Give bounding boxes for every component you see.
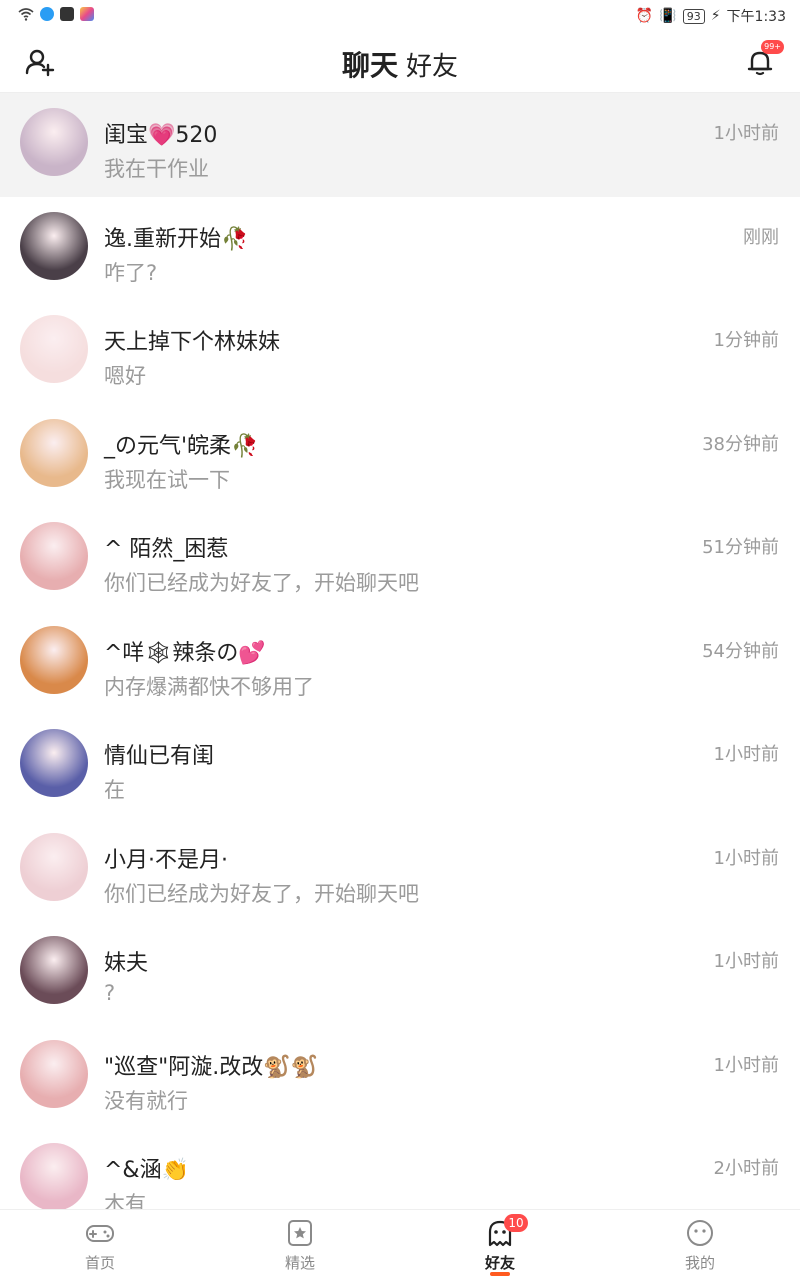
chat-last-message: 内存爆满都快不够用了 bbox=[104, 674, 314, 699]
active-nav-indicator bbox=[490, 1272, 510, 1276]
avatar[interactable] bbox=[20, 1039, 88, 1108]
chat-last-message: 我在干作业 bbox=[104, 157, 209, 181]
tab-friends[interactable]: 好友 bbox=[406, 46, 458, 83]
avatar[interactable] bbox=[20, 522, 88, 590]
wifi-icon bbox=[18, 8, 34, 21]
vibrate-icon: 📳 bbox=[659, 8, 677, 24]
avatar[interactable] bbox=[20, 418, 88, 487]
status-bar: ⏰ 📳 93 ⚡ 下午1:33 bbox=[0, 0, 800, 32]
app-notification-icon bbox=[60, 7, 74, 21]
avatar[interactable] bbox=[20, 832, 88, 901]
nav-home[interactable]: 首页 bbox=[40, 1218, 160, 1273]
nav-label: 首页 bbox=[84, 1254, 115, 1272]
charging-icon: ⚡ bbox=[710, 8, 721, 24]
chat-name: 逸.重新开始🥀 bbox=[104, 226, 249, 252]
chat-row[interactable]: 天上掉下个林妹妹 嗯好 1分钟前 bbox=[0, 300, 800, 404]
chat-time: 刚刚 bbox=[743, 226, 779, 248]
avatar[interactable] bbox=[20, 729, 88, 797]
status-time: 下午1:33 bbox=[726, 9, 786, 25]
chat-name: 情仙已有闺 bbox=[104, 744, 215, 769]
chat-row[interactable]: 妹夫 ? 1小时前 bbox=[0, 921, 800, 1025]
chat-row[interactable]: "巡查"阿漩.改改🐒🐒 没有就行 1小时前 bbox=[0, 1025, 800, 1129]
chat-time: 1小时前 bbox=[713, 847, 779, 869]
alarm-icon: ⏰ bbox=[635, 8, 654, 24]
chat-last-message: 我现在试一下 bbox=[104, 467, 230, 492]
chat-last-message: ? bbox=[104, 981, 116, 1005]
chat-name: "巡查"阿漩.改改🐒🐒 bbox=[104, 1054, 319, 1080]
friends-unread-badge: 10 bbox=[504, 1214, 528, 1232]
chat-row[interactable]: ^咩🕸辣条の💕 内存爆满都快不够用了 54分钟前 bbox=[0, 611, 800, 715]
chat-time: 38分钟前 bbox=[702, 433, 779, 455]
chat-name: ^&涵👏 bbox=[104, 1158, 189, 1183]
chat-time: 2小时前 bbox=[713, 1158, 779, 1179]
nav-label: 精选 bbox=[284, 1254, 315, 1272]
nav-label: 好友 bbox=[484, 1254, 515, 1272]
chat-row[interactable]: 逸.重新开始🥀 咋了? 刚刚 bbox=[0, 197, 800, 301]
avatar[interactable] bbox=[20, 315, 88, 383]
notification-button[interactable]: 99+ bbox=[744, 40, 784, 78]
chat-last-message: 你们已经成为好友了，开始聊天吧 bbox=[104, 881, 419, 906]
gamepad-icon bbox=[86, 1225, 114, 1242]
chat-row[interactable]: ^ 陌然_困惹 你们已经成为好友了，开始聊天吧 51分钟前 bbox=[0, 507, 800, 611]
chat-time: 51分钟前 bbox=[702, 537, 779, 558]
chat-last-message: 嗯好 bbox=[104, 364, 146, 388]
chat-name: 妹夫 bbox=[104, 951, 149, 976]
chat-name: 闺宝💗520 bbox=[104, 123, 218, 148]
chat-row[interactable]: ^&涵👏 木有 2小时前 bbox=[0, 1128, 800, 1209]
app-notification-icon bbox=[40, 7, 54, 21]
nav-featured[interactable]: 精选 bbox=[240, 1218, 360, 1273]
top-header: 聊天 好友 99+ bbox=[0, 32, 800, 100]
chat-list: 闺宝💗520 我在干作业 1小时前 逸.重新开始🥀 咋了? 刚刚 天上掉下个林妹… bbox=[0, 93, 800, 1209]
chat-time: 1小时前 bbox=[713, 1054, 779, 1076]
chat-time: 1小时前 bbox=[713, 123, 779, 144]
chat-name: _の元气'皖柔🥀 bbox=[104, 433, 259, 459]
chat-row[interactable]: 闺宝💗520 我在干作业 1小时前 bbox=[0, 93, 800, 197]
chat-last-message: 咋了? bbox=[104, 260, 158, 285]
avatar[interactable] bbox=[20, 936, 88, 1004]
notification-badge: 99+ bbox=[761, 40, 784, 54]
chat-time: 1分钟前 bbox=[713, 330, 779, 351]
chat-last-message: 你们已经成为好友了，开始聊天吧 bbox=[104, 571, 419, 595]
avatar[interactable] bbox=[20, 108, 88, 176]
avatar[interactable] bbox=[20, 625, 88, 694]
star-icon bbox=[288, 1220, 312, 1246]
nav-friends[interactable]: 好友 10 bbox=[440, 1214, 560, 1276]
app-notification-icon bbox=[80, 7, 94, 21]
bottom-nav: 首页 精选 好友 10 我的 bbox=[0, 1209, 800, 1281]
chat-row[interactable]: 情仙已有闺 在 1小时前 bbox=[0, 714, 800, 818]
nav-me[interactable]: 我的 bbox=[640, 1218, 760, 1273]
face-icon bbox=[687, 1220, 713, 1246]
chat-row[interactable]: _の元气'皖柔🥀 我现在试一下 38分钟前 bbox=[0, 404, 800, 508]
tab-chat[interactable]: 聊天 bbox=[342, 44, 398, 100]
chat-time: 54分钟前 bbox=[702, 640, 779, 662]
chat-row[interactable]: 小月·不是月· 你们已经成为好友了，开始聊天吧 1小时前 bbox=[0, 818, 800, 922]
battery-indicator: 93 bbox=[682, 8, 705, 24]
chat-name: 天上掉下个林妹妹 bbox=[104, 330, 281, 355]
chat-name: ^咩🕸辣条の💕 bbox=[104, 640, 266, 666]
avatar[interactable] bbox=[20, 1143, 88, 1209]
chat-name: ^ 陌然_困惹 bbox=[104, 537, 229, 562]
chat-name: 小月·不是月· bbox=[104, 847, 228, 873]
avatar[interactable] bbox=[20, 211, 88, 280]
chat-time: 1小时前 bbox=[713, 951, 779, 972]
chat-last-message: 木有 bbox=[104, 1192, 146, 1209]
chat-last-message: 在 bbox=[104, 778, 125, 802]
chat-last-message: 没有就行 bbox=[104, 1088, 188, 1113]
chat-time: 1小时前 bbox=[713, 744, 779, 765]
nav-label: 我的 bbox=[684, 1254, 715, 1272]
chat-friend-tabs: 聊天 好友 bbox=[0, 44, 800, 100]
